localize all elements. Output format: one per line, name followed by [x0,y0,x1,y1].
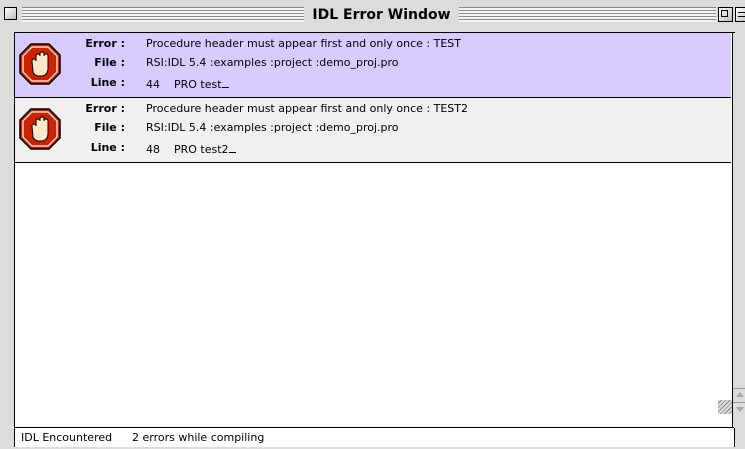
text-cursor [221,76,229,88]
error-row[interactable]: Error : Procedure header must appear fir… [15,33,731,98]
scroll-down-arrow-icon[interactable] [733,402,745,416]
collapse-box[interactable] [735,7,745,22]
line-text: PRO test2 [174,143,229,156]
error-label: Error : [85,102,125,115]
title-bar[interactable]: IDL Error Window [0,4,745,26]
file-path: RSI:IDL 5.4 :examples :project :demo_pro… [146,56,399,69]
title-bar-stripes-right [459,7,716,22]
status-text-left: IDL Encountered [21,431,113,444]
file-label: File : [94,56,125,69]
error-message: Procedure header must appear first and o… [146,37,462,50]
vertical-scrollbar[interactable] [732,33,745,428]
window-title: IDL Error Window [312,7,451,23]
error-message: Procedure header must appear first and o… [146,102,469,115]
line-label: Line : [90,76,125,89]
line-info: 44 PRO test [146,76,229,91]
error-label: Error : [85,37,125,50]
file-path: RSI:IDL 5.4 :examples :project :demo_pro… [146,121,399,134]
line-text: PRO test [174,78,222,91]
error-panel: Error : Procedure header must appear fir… [14,32,745,447]
line-label: Line : [90,141,125,154]
close-box[interactable] [4,7,17,20]
status-text-right: 2 errors while compiling [132,431,265,444]
idl-error-window: IDL Error Window Error : Procedure heade… [0,0,745,449]
text-cursor [228,141,236,153]
scroll-up-arrow-icon[interactable] [733,388,745,402]
resize-grow-box[interactable] [718,400,732,414]
stop-hand-icon [19,108,61,150]
error-row[interactable]: Error : Procedure header must appear fir… [15,98,731,163]
error-list: Error : Procedure header must appear fir… [15,33,731,423]
stop-hand-icon [19,43,61,85]
file-label: File : [94,121,125,134]
line-number: 44 [146,78,160,91]
title-bar-stripes-left [22,7,304,22]
line-number: 48 [146,143,160,156]
status-bar: IDL Encountered 2 errors while compiling [15,427,734,447]
line-info: 48 PRO test2 [146,141,236,156]
zoom-box[interactable] [718,7,733,22]
